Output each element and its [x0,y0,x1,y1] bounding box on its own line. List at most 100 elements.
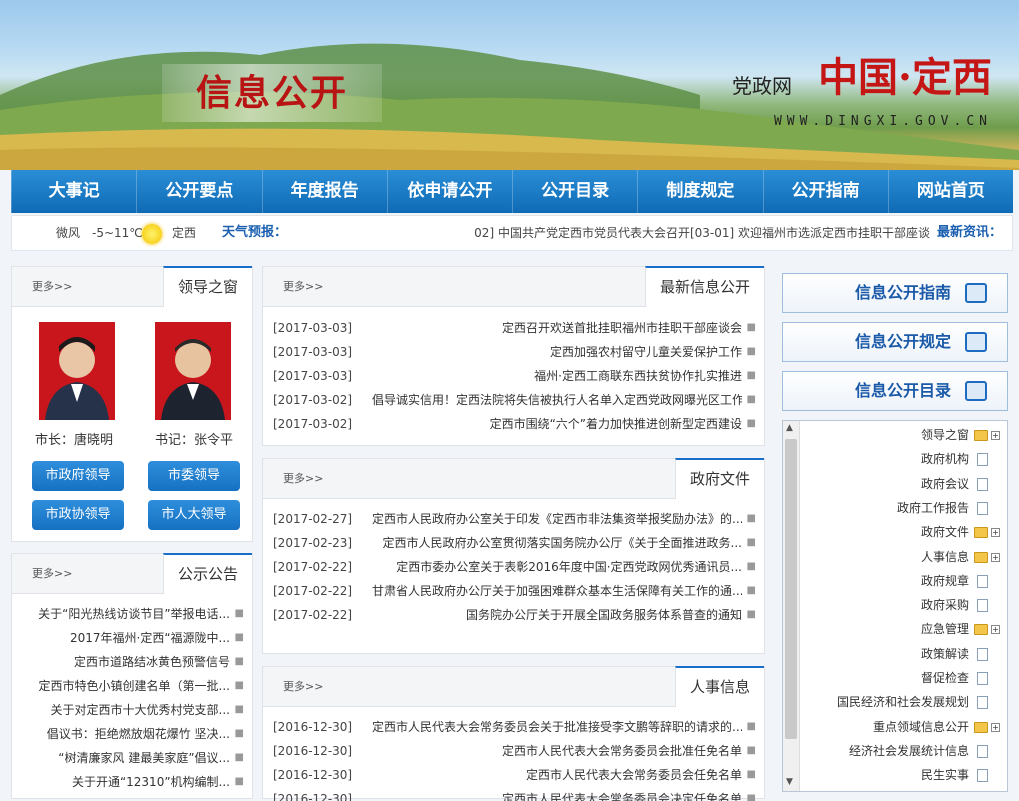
notice-item[interactable]: 倡议书：拒绝燃放烟花爆竹 坚决... ■ [12,722,252,746]
tree-item[interactable]: 政府会议 [803,472,1003,496]
latest-info-item[interactable]: [2017-03-02] 定西市围绕“六个”着力加快推进创新型定西建设 ■ [263,412,764,436]
page-icon [977,647,988,661]
tree-item[interactable]: 经济社会发展统计信息 [803,739,1003,763]
nav-rules[interactable]: 制度规定 [637,170,762,213]
tree-item-label: 应急管理 [920,622,969,637]
notice-item[interactable]: 关于开通“12310”机构编制... ■ [12,770,252,794]
nav-chronicle[interactable]: 大事记 [11,170,136,213]
tree-item[interactable]: + 应急管理 [803,617,1003,641]
notices-title[interactable]: 公示公告 [162,553,252,594]
tree-expander-icon[interactable]: + [991,625,1000,635]
main-nav: 网站首页 公开指南 制度规定 公开目录 依申请公开 年度报告 公开要点 大事记 [11,170,1013,213]
monitor-icon [965,283,987,303]
party-leaders-button[interactable]: 市委领导 [148,461,240,491]
tree-expander-icon[interactable]: + [991,722,1000,732]
government-docs-title[interactable]: 政府文件 [674,458,764,499]
government-docs-panel: 政府文件 更多>> [2017-02-27] 定西市人民政府办公室关于印发《定西市… [262,458,765,654]
latest-info-item[interactable]: [2017-03-03] 定西召开欢送首批挂职福州市挂职干部座谈会 ■ [263,316,764,340]
cppcc-leaders-button[interactable]: 市政协领导 [32,500,124,530]
banner: 信息公开 中国·定西 党政网 WWW.DINGXI.GOV.CN [0,0,1019,170]
scroll-thumb[interactable] [785,439,797,739]
tree-item-label: 督促检查 [920,671,969,685]
nav-home[interactable]: 网站首页 [887,170,1013,213]
scroll-down-icon[interactable]: ▼ [786,777,793,787]
leaders-title[interactable]: 领导之窗 [162,266,252,307]
disclosure-rules-button[interactable]: 信息公开规定 [782,322,1008,362]
tree-expander-icon[interactable]: + [991,431,1000,440]
tree-expander-icon[interactable]: + [991,528,1000,538]
government-doc-item[interactable]: [2017-02-27] 定西市人民政府办公室关于印发《定西市非法集资举报奖励办法… [263,507,764,531]
tree-item[interactable]: 政府机构 [803,447,1003,471]
tree-item-label: 领导之窗 [920,428,969,442]
personnel-item[interactable]: [2016-12-30] 定西市人民代表大会常务委员会决定任免名单 ■ [263,787,764,801]
tree-item-label: 国民经济和社会发展规划 [836,695,969,710]
latest-info-title[interactable]: 最新信息公开 [644,266,764,307]
folder-icon [974,624,988,636]
site-logo-sub: 党政网 [732,74,792,98]
tree-item[interactable]: 国民经济和社会发展规划 [803,690,1003,714]
government-doc-item[interactable]: [2017-02-22] 甘肃省人民政府办公厅关于加强困难群众基本生活保障有关工作… [263,579,764,603]
personnel-item[interactable]: [2016-12-30] 定西市人民代表大会常务委员会任免名单 ■ [263,763,764,787]
notice-item[interactable]: 关于“阳光热线访谈节目”举报电话... ■ [12,602,252,626]
news-label: 最新资讯： [936,225,1002,240]
government-docs-more-link[interactable]: 更多>> [283,459,323,499]
leader-photo-mayor[interactable] [39,322,115,420]
latest-info-more-link[interactable]: 更多>> [283,267,323,307]
leader-photo-secretary[interactable] [155,322,231,420]
nav-guide[interactable]: 公开指南 [762,170,888,213]
notice-item[interactable]: “树清廉家风 建最美家庭”倡议... ■ [12,746,252,770]
page-icon [977,769,988,783]
leaders-more-link[interactable]: 更多>> [32,267,72,307]
news-scroll-text[interactable]: 02] 中国共产党定西市党员代表大会召开[03-01] 欢迎福州市选派定西市挂职… [460,216,930,250]
latest-info-item[interactable]: [2017-03-03] 福州·定西工商联东西扶贫协作扎实推进 ■ [263,364,764,388]
nav-key-points[interactable]: 公开要点 [136,170,261,213]
disclosure-guide-button[interactable]: 信息公开指南 [782,273,1008,313]
nav-annual-report[interactable]: 年度报告 [261,170,387,213]
notice-item[interactable]: 定西市道路结冰黄色预警信号 ■ [12,650,252,674]
notice-item[interactable]: 关于对定西市十大优秀村党支部... ■ [12,698,252,722]
personnel-panel: 人事信息 更多>> [2016-12-30] 定西市人民代表大会常务委员会关于批准… [262,666,765,801]
tree-item[interactable]: + 政府文件 [803,520,1003,544]
tree-item[interactable]: 民生实事 [803,763,1003,787]
government-doc-item[interactable]: [2017-02-23] 定西市人民政府办公室贯彻落实国务院办公厅《关于全面推进政… [263,531,764,555]
tree-scrollbar[interactable]: ▲ ▼ [783,421,800,791]
tree-item[interactable]: 政府规章 [803,569,1003,593]
document-icon [965,381,987,401]
personnel-more-link[interactable]: 更多>> [283,667,323,707]
page-icon [977,672,988,685]
tree-item-label: 政府规章 [920,573,969,588]
tree-item[interactable]: 政策解读 [803,642,1003,666]
nav-catalog[interactable]: 公开目录 [512,170,637,213]
leaders-panel: 领导之窗 更多>> 书记：张令平 市长：唐晓明 市委领导 市政府领导 市人大领导… [11,266,253,542]
government-doc-item[interactable]: [2017-02-22] 国务院办公厅关于开展全国政务服务体系普查的通知 ■ [263,603,764,627]
government-doc-item[interactable]: [2017-02-22] 定西市委办公室关于表彰2016年度中国·定西党政网优秀通… [263,555,764,579]
government-leaders-button[interactable]: 市政府领导 [32,461,124,491]
tree-item[interactable]: 政府采购 [803,593,1003,617]
personnel-item[interactable]: [2016-12-30] 定西市人民代表大会常务委员会关于批准接受李文鹏等辞职的请… [263,715,764,739]
tree-item[interactable]: + 重点领域信息公开 [803,715,1003,739]
tree-expander-icon[interactable]: + [991,552,1000,562]
catalog-tree: ▲ ▼ + 领导之窗政府机构 政府会议 政府工作报告 + 政府文件 + 人事信息政府规章政府采… [782,420,1008,792]
book-stack-icon [965,332,987,352]
disclosure-catalog-button[interactable]: 信息公开目录 [782,371,1008,411]
weather-wind: 微风 [56,226,81,240]
leader-mayor[interactable]: 市长：唐晓明 [35,429,113,448]
tree-item-label: 经济社会发展统计信息 [848,743,969,758]
latest-info-item[interactable]: [2017-03-03] 定西加强农村留守儿童关爱保护工作 ■ [263,340,764,364]
tree-item-label: 民生实事 [920,768,969,783]
nav-request[interactable]: 依申请公开 [386,170,512,213]
notices-more-link[interactable]: 更多>> [32,554,72,594]
leader-secretary[interactable]: 书记：张令平 [155,429,233,448]
tree-item[interactable]: + 人事信息 [803,545,1003,569]
latest-info-item[interactable]: [2017-03-02] 倡导诚实信用！定西法院将失信被执行人名单入定西党政网曝光… [263,388,764,412]
notice-item[interactable]: 定西市特色小镇创建名单（第一批... ■ [12,674,252,698]
scroll-up-icon[interactable]: ▲ [786,423,793,433]
tree-item[interactable]: 政府工作报告 [803,496,1003,520]
notice-item[interactable]: 2017年福州·定西“福源陇中... ■ [12,626,252,650]
tree-item[interactable]: 督促检查 [803,666,1003,690]
personnel-item[interactable]: [2016-12-30] 定西市人民代表大会常务委员会批准任免名单 ■ [263,739,764,763]
tree-item[interactable]: + 领导之窗 [803,423,1003,447]
weather-temp: -5~11℃ [92,226,143,240]
npc-leaders-button[interactable]: 市人大领导 [148,500,240,530]
personnel-title[interactable]: 人事信息 [674,666,764,707]
